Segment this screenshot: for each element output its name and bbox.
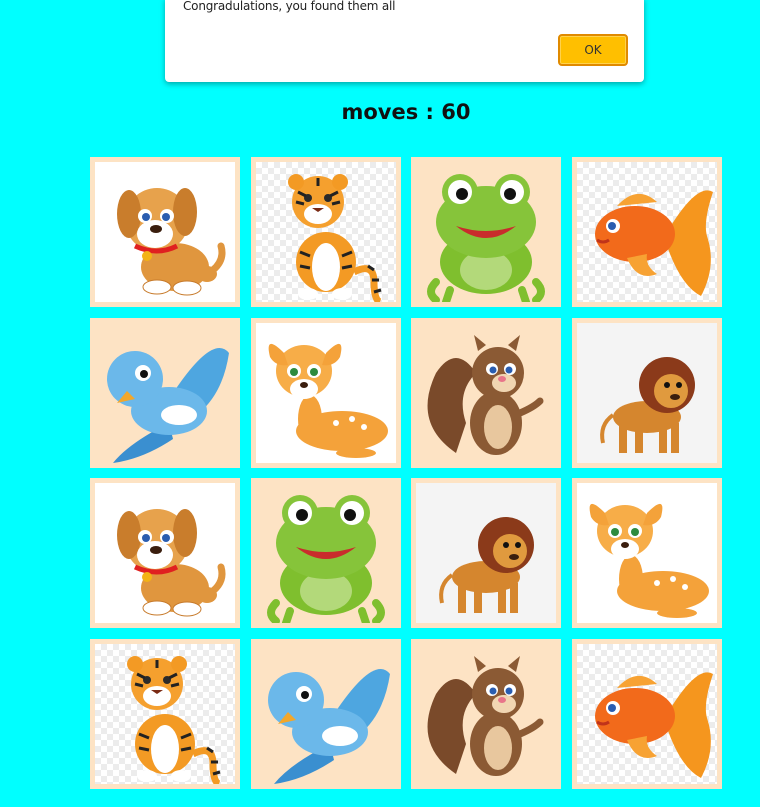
tiger-icon xyxy=(255,162,396,302)
memory-card[interactable] xyxy=(90,478,240,628)
puppy-icon xyxy=(95,162,235,302)
goldfish-icon xyxy=(576,643,717,784)
memory-card[interactable] xyxy=(571,157,722,307)
frog-icon xyxy=(256,483,396,623)
memory-card[interactable] xyxy=(250,478,401,628)
ok-button[interactable]: OK xyxy=(558,34,628,66)
fawn-icon xyxy=(576,483,717,623)
memory-card[interactable] xyxy=(411,638,561,789)
tiger-icon xyxy=(95,643,235,784)
memory-card[interactable] xyxy=(571,317,722,468)
frog-icon xyxy=(416,162,556,302)
fawn-icon xyxy=(255,322,396,463)
memory-card[interactable] xyxy=(571,638,722,789)
memory-card[interactable] xyxy=(90,157,240,307)
memory-card[interactable] xyxy=(90,638,240,789)
memory-card[interactable] xyxy=(90,317,240,468)
alert-message: Congradulations, you found them all xyxy=(183,0,396,13)
squirrel-icon xyxy=(416,323,556,463)
bluebird-icon xyxy=(95,323,235,463)
card-grid xyxy=(90,157,722,789)
memory-card[interactable] xyxy=(250,317,401,468)
lion-icon xyxy=(416,483,556,623)
puppy-icon xyxy=(95,483,235,623)
bluebird-icon xyxy=(256,644,396,784)
goldfish-icon xyxy=(576,162,717,302)
moves-counter: moves : 60 xyxy=(341,100,471,124)
memory-card[interactable] xyxy=(571,478,722,628)
squirrel-icon xyxy=(416,644,556,784)
memory-card[interactable] xyxy=(411,317,561,468)
lion-icon xyxy=(576,322,717,463)
memory-card[interactable] xyxy=(250,157,401,307)
memory-card[interactable] xyxy=(411,157,561,307)
memory-card[interactable] xyxy=(411,478,561,628)
memory-card[interactable] xyxy=(250,638,401,789)
